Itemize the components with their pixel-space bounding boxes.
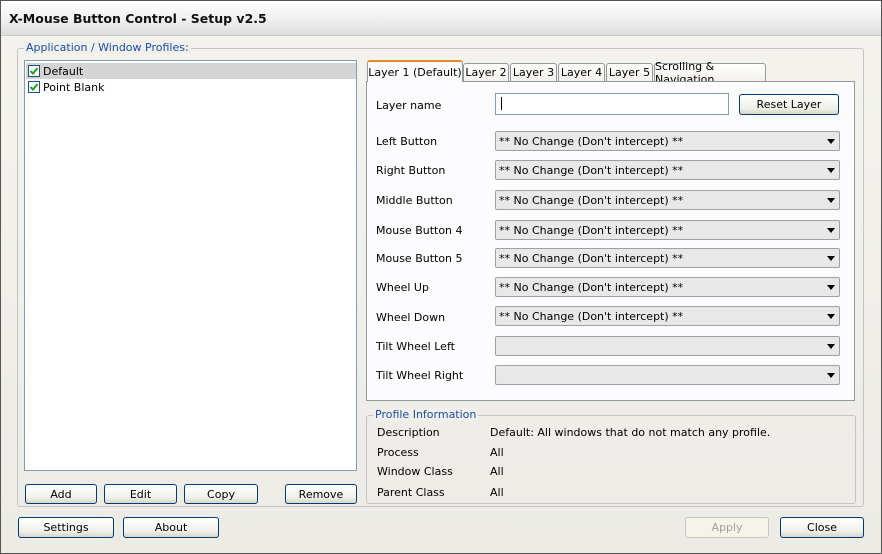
title-bar[interactable]: X-Mouse Button Control - Setup v2.5 xyxy=(1,1,881,36)
select-value: ** No Change (Don't intercept) ** xyxy=(499,309,684,323)
list-item[interactable]: Point Blank xyxy=(26,79,356,95)
dropdown-arrow-icon[interactable] xyxy=(823,249,839,267)
reset-layer-button[interactable]: Reset Layer xyxy=(739,94,839,115)
tilt-wheel-left-label: Tilt Wheel Left xyxy=(376,340,455,353)
mouse-button-5-select[interactable]: ** No Change (Don't intercept) ** xyxy=(495,248,840,268)
list-item-label: Point Blank xyxy=(43,80,105,94)
select-value: ** No Change (Don't intercept) ** xyxy=(499,163,684,177)
parent-class-label: Parent Class xyxy=(377,486,445,499)
remove-button[interactable]: Remove xyxy=(285,484,357,504)
tilt-wheel-right-label: Tilt Wheel Right xyxy=(376,369,464,382)
list-item-label: Default xyxy=(43,64,84,78)
select-value: ** No Change (Don't intercept) ** xyxy=(499,251,684,265)
description-value: Default: All windows that do not match a… xyxy=(490,426,771,439)
list-item[interactable]: Default xyxy=(26,63,356,79)
about-button[interactable]: About xyxy=(123,517,219,538)
dropdown-arrow-icon[interactable] xyxy=(823,366,839,384)
mouse-button-5-label: Mouse Button 5 xyxy=(376,252,463,265)
select-value: ** No Change (Don't intercept) ** xyxy=(499,193,684,207)
wheel-down-label: Wheel Down xyxy=(376,311,446,324)
tab-layer-4[interactable]: Layer 4 xyxy=(558,63,605,81)
close-button[interactable]: Close xyxy=(780,517,864,538)
select-value: ** No Change (Don't intercept) ** xyxy=(499,223,684,237)
mouse-button-4-label: Mouse Button 4 xyxy=(376,224,463,237)
window-title: X-Mouse Button Control - Setup v2.5 xyxy=(9,11,267,26)
middle-button-label: Middle Button xyxy=(376,194,453,207)
middle-button-select[interactable]: ** No Change (Don't intercept) ** xyxy=(495,190,840,210)
wheel-down-select[interactable]: ** No Change (Don't intercept) ** xyxy=(495,306,840,326)
process-label: Process xyxy=(377,446,419,459)
checkbox[interactable] xyxy=(28,65,40,77)
left-button-select[interactable]: ** No Change (Don't intercept) ** xyxy=(495,131,840,151)
select-value: ** No Change (Don't intercept) ** xyxy=(499,280,684,294)
tab-layer-3[interactable]: Layer 3 xyxy=(510,63,557,81)
tab-layer-5[interactable]: Layer 5 xyxy=(606,63,653,81)
profiles-list[interactable]: Default Point Blank xyxy=(24,60,357,471)
dropdown-arrow-icon[interactable] xyxy=(823,161,839,179)
window-class-label: Window Class xyxy=(377,465,453,478)
dropdown-arrow-icon[interactable] xyxy=(823,191,839,209)
profiles-legend: Application / Window Profiles: xyxy=(24,41,191,54)
dropdown-arrow-icon[interactable] xyxy=(823,221,839,239)
dropdown-arrow-icon[interactable] xyxy=(823,132,839,150)
add-button[interactable]: Add xyxy=(25,484,97,504)
description-label: Description xyxy=(377,426,440,439)
tab-layer-1[interactable]: Layer 1 (Default) xyxy=(367,60,463,82)
tab-layer-2[interactable]: Layer 2 xyxy=(463,63,509,81)
layer-name-input[interactable] xyxy=(495,93,729,115)
layer-name-label: Layer name xyxy=(376,99,442,112)
mouse-button-4-select[interactable]: ** No Change (Don't intercept) ** xyxy=(495,220,840,240)
tilt-wheel-right-select[interactable] xyxy=(495,365,840,385)
edit-button[interactable]: Edit xyxy=(104,484,177,504)
select-value: ** No Change (Don't intercept) ** xyxy=(499,134,684,148)
checkmark-icon xyxy=(29,67,39,75)
checkbox[interactable] xyxy=(28,81,40,93)
wheel-up-select[interactable]: ** No Change (Don't intercept) ** xyxy=(495,277,840,297)
copy-button[interactable]: Copy xyxy=(184,484,258,504)
dropdown-arrow-icon[interactable] xyxy=(823,307,839,325)
dropdown-arrow-icon[interactable] xyxy=(823,278,839,296)
text-caret xyxy=(501,97,502,110)
wheel-up-label: Wheel Up xyxy=(376,281,429,294)
tab-scrolling-navigation[interactable]: Scrolling & Navigation xyxy=(654,60,766,86)
window-class-value: All xyxy=(490,465,504,478)
main-window: X-Mouse Button Control - Setup v2.5 Appl… xyxy=(0,0,882,554)
parent-class-value: All xyxy=(490,486,504,499)
checkmark-icon xyxy=(29,83,39,91)
tilt-wheel-left-select[interactable] xyxy=(495,336,840,356)
right-button-label: Right Button xyxy=(376,164,446,177)
profile-info-legend: Profile Information xyxy=(373,408,479,421)
settings-button[interactable]: Settings xyxy=(18,517,114,538)
left-button-label: Left Button xyxy=(376,135,438,148)
dropdown-arrow-icon[interactable] xyxy=(823,337,839,355)
process-value: All xyxy=(490,446,504,459)
apply-button[interactable]: Apply xyxy=(685,517,769,538)
right-button-select[interactable]: ** No Change (Don't intercept) ** xyxy=(495,160,840,180)
